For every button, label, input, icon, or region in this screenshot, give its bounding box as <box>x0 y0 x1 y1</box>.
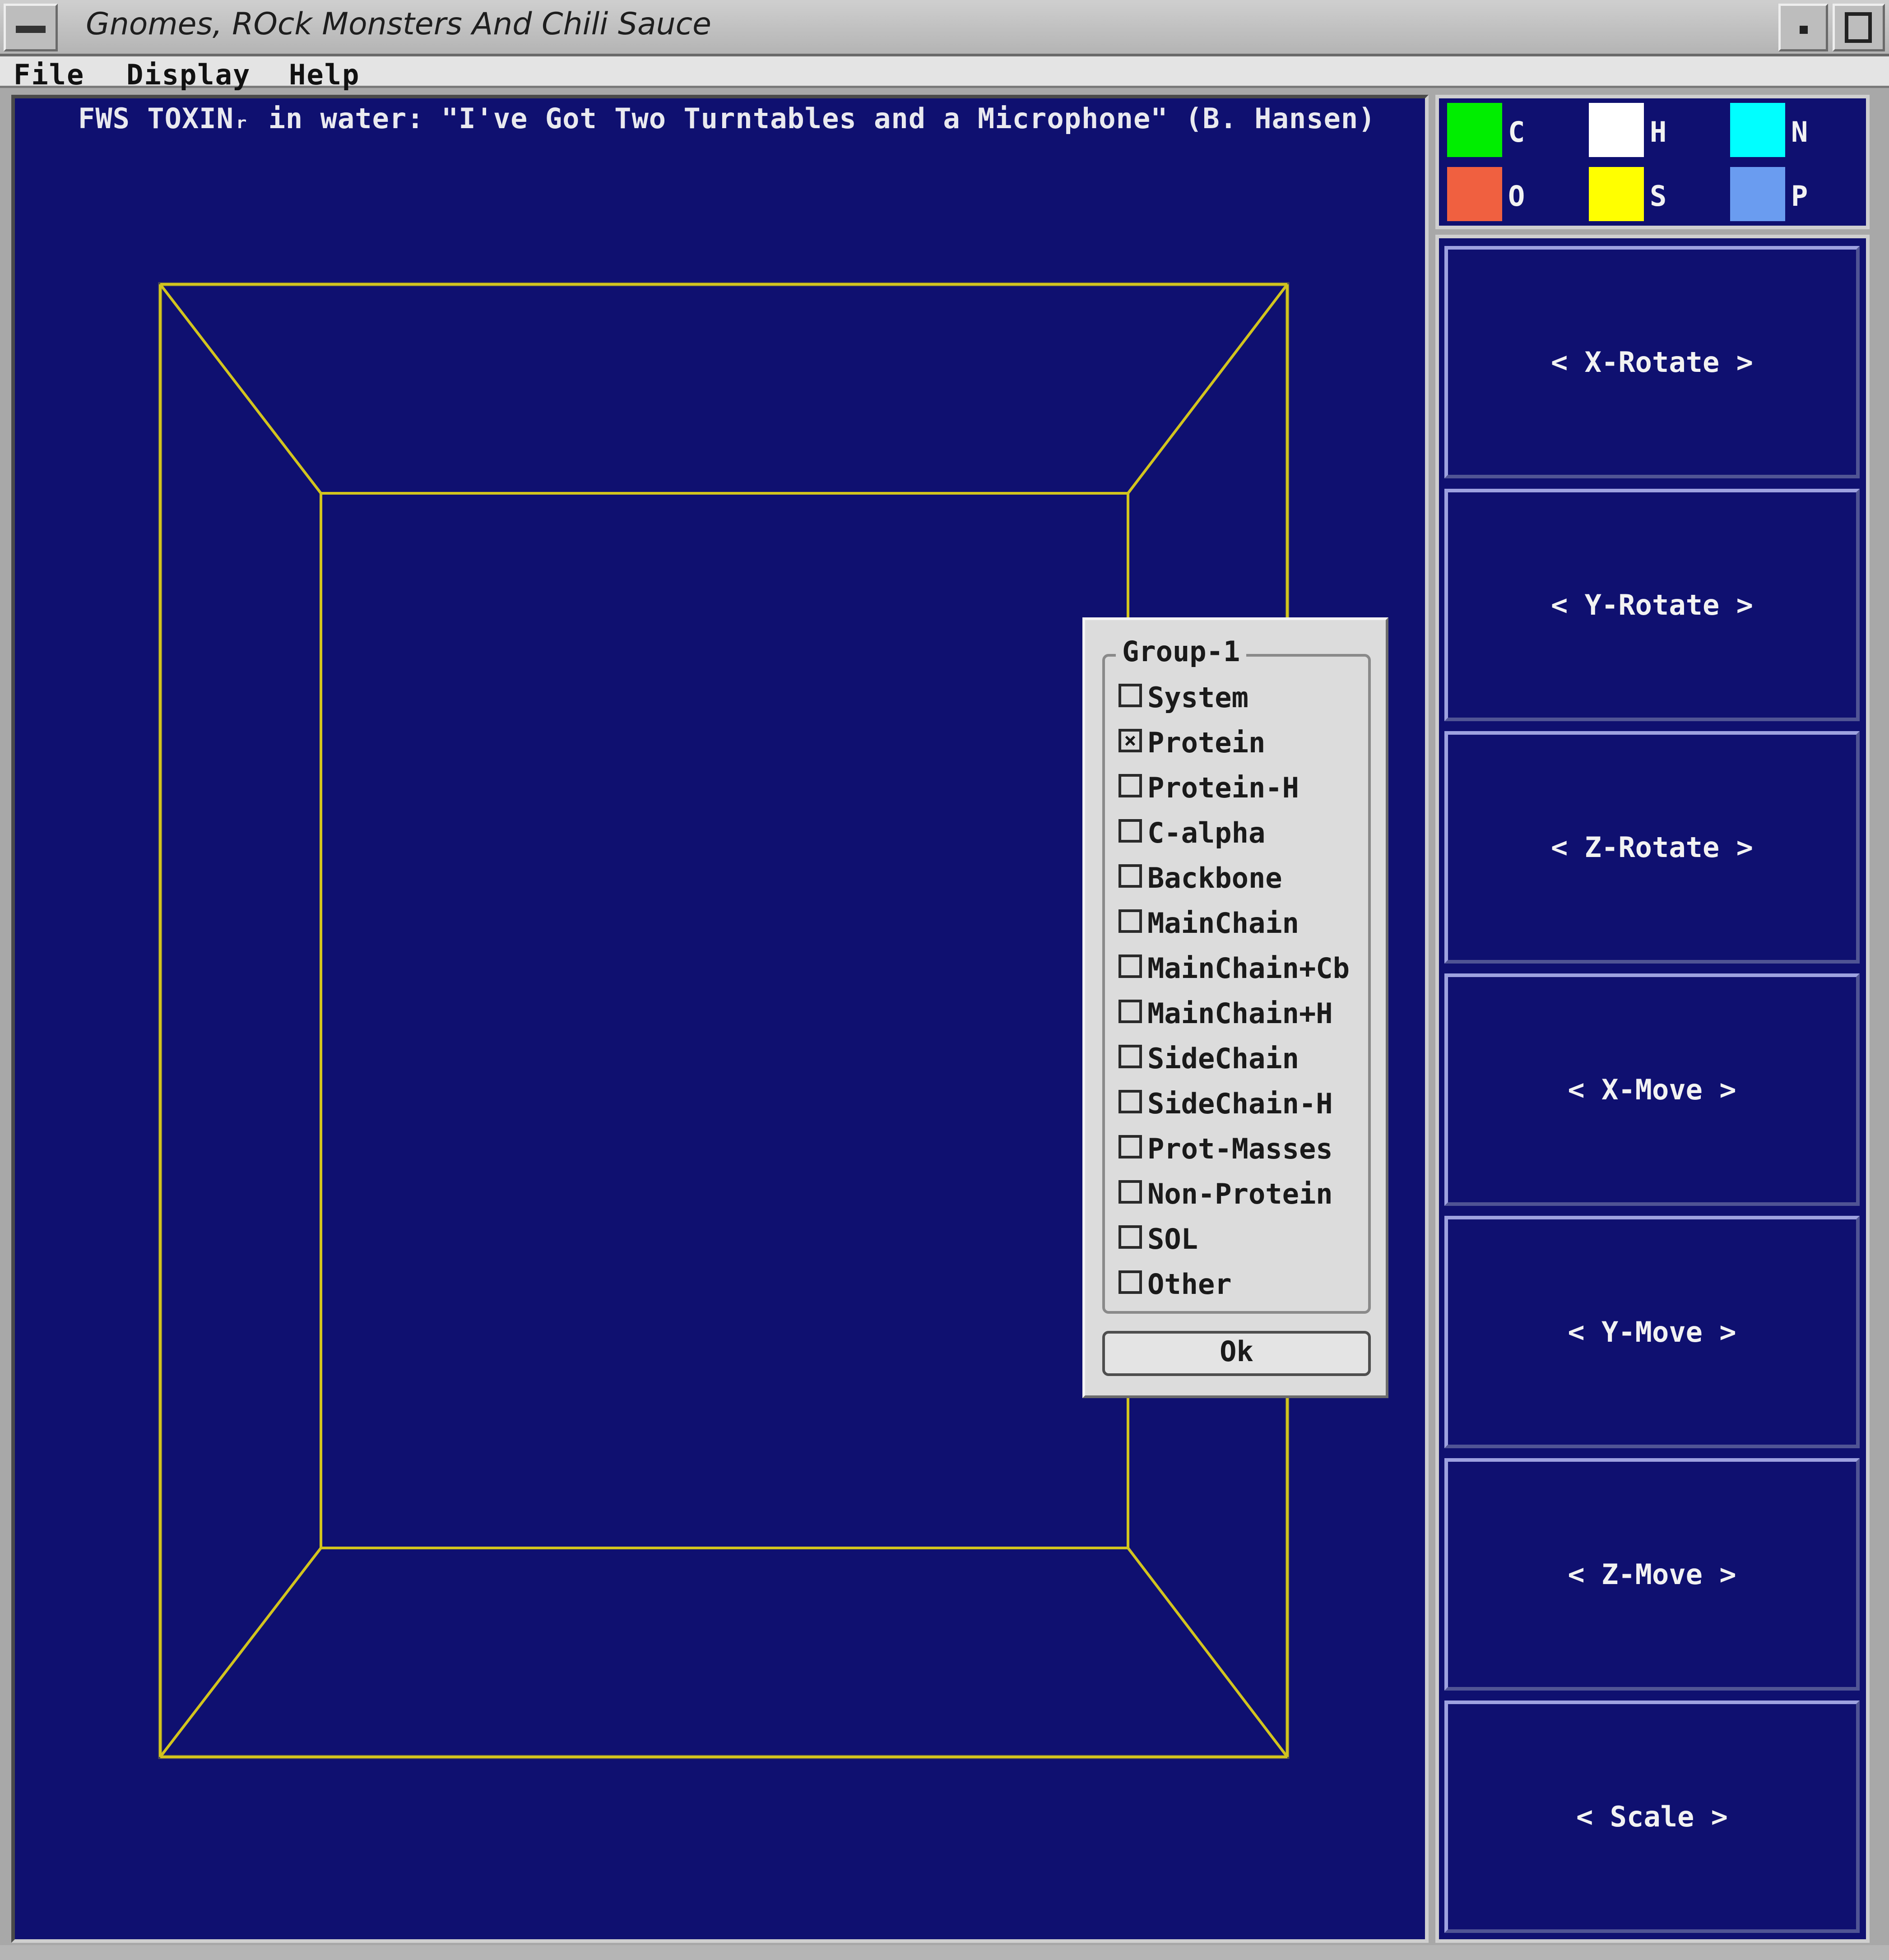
maximize-button[interactable] <box>1833 4 1885 51</box>
option-label: MainChain+H <box>1147 997 1333 1030</box>
checkbox[interactable] <box>1119 774 1142 797</box>
legend-swatch <box>1589 103 1644 157</box>
checkbox[interactable] <box>1119 684 1142 707</box>
checkbox[interactable] <box>1119 1090 1142 1113</box>
window-bottom-border <box>0 1945 1889 1960</box>
legend-label: H <box>1650 116 1667 148</box>
window-menu-button[interactable] <box>4 4 58 51</box>
title-bar[interactable]: Gnomes, ROck Monsters And Chili Sauce <box>0 0 1889 56</box>
checkbox[interactable] <box>1119 955 1142 978</box>
checkbox[interactable] <box>1119 1225 1142 1249</box>
y-rotate-button[interactable]: < Y-Rotate > <box>1444 489 1860 721</box>
minimize-icon <box>1800 26 1808 34</box>
checkbox[interactable]: × <box>1119 729 1142 752</box>
legend-label: S <box>1650 180 1667 213</box>
option-label: MainChain <box>1147 907 1299 940</box>
option-label: C-alpha <box>1147 816 1266 849</box>
menu-bar: File Display Help <box>0 56 1889 91</box>
box-edge-top-left <box>159 283 322 494</box>
option-label: MainChain+Cb <box>1147 952 1350 985</box>
menu-help[interactable]: Help <box>289 58 360 91</box>
group-select-dialog: Group-1 System × Protein Protein-H C-alp… <box>1082 617 1388 1398</box>
checkbox[interactable] <box>1119 819 1142 843</box>
legend-swatch <box>1730 103 1785 157</box>
legend-label: P <box>1791 180 1808 213</box>
checkbox[interactable] <box>1119 1135 1142 1158</box>
checkbox[interactable] <box>1119 864 1142 888</box>
group-title: Group-1 <box>1116 635 1247 668</box>
z-move-label: < Z-Move > <box>1568 1558 1736 1591</box>
z-move-button[interactable]: < Z-Move > <box>1444 1458 1860 1691</box>
box-edge-bottom-left <box>159 1547 322 1758</box>
option-label: Non-Protein <box>1147 1177 1333 1210</box>
menu-file[interactable]: File <box>14 58 84 91</box>
legend-swatch <box>1589 167 1644 221</box>
scale-button[interactable]: < Scale > <box>1444 1701 1860 1933</box>
window-title: Gnomes, ROck Monsters And Chili Sauce <box>86 6 711 42</box>
group-box: Group-1 System × Protein Protein-H C-alp… <box>1102 635 1371 1314</box>
box-inner-frame <box>320 492 1129 1549</box>
box-edge-top-right <box>1127 283 1289 494</box>
option-label: Prot-Masses <box>1147 1132 1333 1165</box>
y-move-label: < Y-Move > <box>1568 1316 1736 1348</box>
legend-swatch <box>1447 103 1502 157</box>
x-rotate-label: < X-Rotate > <box>1551 346 1753 379</box>
option-label: Other <box>1147 1268 1232 1301</box>
option-label: SOL <box>1147 1223 1198 1256</box>
x-move-label: < X-Move > <box>1568 1073 1736 1106</box>
x-rotate-button[interactable]: < X-Rotate > <box>1444 246 1860 478</box>
checkbox[interactable] <box>1119 1000 1142 1023</box>
legend-swatch <box>1447 167 1502 221</box>
z-rotate-label: < Z-Rotate > <box>1551 831 1753 864</box>
option-label: SideChain <box>1147 1042 1299 1075</box>
element-color-legend: C H N O S P <box>1435 95 1870 229</box>
y-rotate-label: < Y-Rotate > <box>1551 588 1753 621</box>
y-move-button[interactable]: < Y-Move > <box>1444 1216 1860 1448</box>
checkbox[interactable] <box>1119 909 1142 933</box>
legend-swatch <box>1730 167 1785 221</box>
ok-button[interactable]: Ok <box>1102 1331 1371 1376</box>
option-label: SideChain-H <box>1147 1087 1333 1120</box>
maximize-icon <box>1845 12 1872 43</box>
box-edge-bottom-right <box>1127 1547 1289 1758</box>
checkbox[interactable] <box>1119 1045 1142 1068</box>
legend-label: O <box>1508 180 1525 213</box>
checkbox[interactable] <box>1119 1270 1142 1294</box>
option-label: System <box>1147 681 1249 714</box>
option-label: Backbone <box>1147 862 1282 894</box>
x-move-button[interactable]: < X-Move > <box>1444 973 1860 1206</box>
checkbox[interactable] <box>1119 1180 1142 1204</box>
legend-label: N <box>1791 116 1808 148</box>
option-label: Protein-H <box>1147 771 1299 804</box>
application-window: Gnomes, ROck Monsters And Chili Sauce Fi… <box>0 0 1889 1960</box>
legend-label: C <box>1508 116 1525 148</box>
window-menu-icon <box>16 26 46 33</box>
minimize-button[interactable] <box>1778 4 1828 51</box>
option-label: Protein <box>1147 726 1266 759</box>
menu-display[interactable]: Display <box>126 58 251 91</box>
z-rotate-button[interactable]: < Z-Rotate > <box>1444 731 1860 964</box>
scale-label: < Scale > <box>1576 1800 1728 1833</box>
